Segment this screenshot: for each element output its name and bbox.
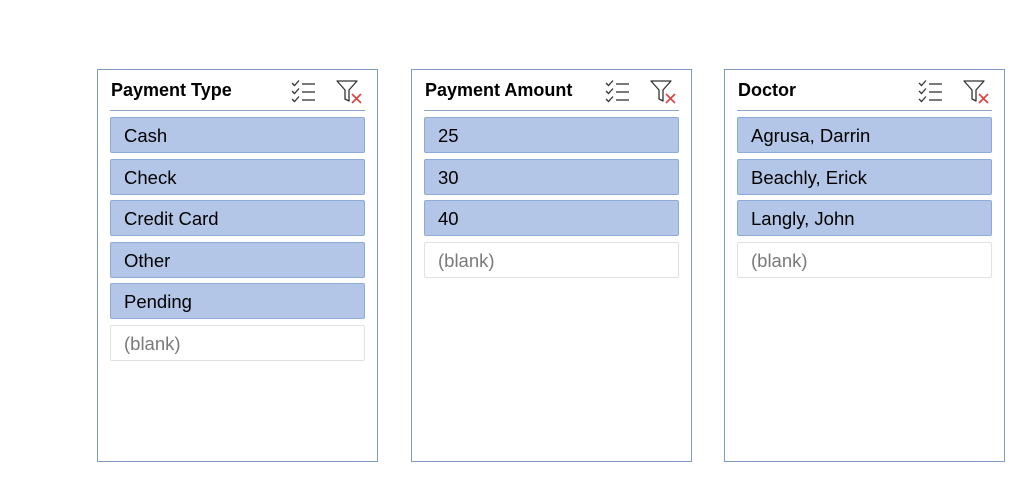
- slicer-item-blank[interactable]: (blank): [424, 241, 679, 278]
- multi-select-icon[interactable]: [291, 79, 317, 103]
- slicer-item-cash[interactable]: Cash: [110, 117, 365, 153]
- multi-select-icon[interactable]: [605, 79, 631, 103]
- slicer-title: Doctor: [738, 80, 796, 100]
- multi-select-icon[interactable]: [918, 79, 944, 103]
- slicer-item-check[interactable]: Check: [110, 158, 365, 195]
- clear-filter-icon[interactable]: [335, 79, 365, 105]
- clear-filter-icon[interactable]: [962, 79, 992, 105]
- slicer-item-30[interactable]: 30: [424, 158, 679, 195]
- slicer-item-credit-card[interactable]: Credit Card: [110, 200, 365, 236]
- slicer-header: Doctor: [737, 70, 992, 111]
- clear-filter-icon[interactable]: [649, 79, 679, 105]
- slicer-item-beachly-erick[interactable]: Beachly, Erick: [737, 158, 992, 195]
- slicer-item-blank[interactable]: (blank): [110, 324, 365, 361]
- slicer-payment-amount: Payment Amount 25 30 40 (blank): [411, 69, 692, 462]
- slicer-item-agrusa-darrin[interactable]: Agrusa, Darrin: [737, 117, 992, 153]
- slicer-payment-type: Payment Type Cash Check Credit Card Othe…: [97, 69, 378, 462]
- slicer-header: Payment Amount: [424, 70, 679, 111]
- slicer-item-list: 25 30 40 (blank): [424, 117, 679, 283]
- slicer-item-25[interactable]: 25: [424, 117, 679, 153]
- slicer-item-list: Cash Check Credit Card Other Pending (bl…: [110, 117, 365, 366]
- slicer-title: Payment Amount: [425, 80, 573, 100]
- slicer-title: Payment Type: [111, 80, 232, 100]
- slicer-header: Payment Type: [110, 70, 365, 111]
- slicer-doctor: Doctor Agrusa, Darrin Beachly, Erick Lan…: [724, 69, 1005, 462]
- slicer-item-list: Agrusa, Darrin Beachly, Erick Langly, Jo…: [737, 117, 992, 283]
- slicer-item-pending[interactable]: Pending: [110, 283, 365, 319]
- slicer-item-blank[interactable]: (blank): [737, 241, 992, 278]
- slicer-item-other[interactable]: Other: [110, 241, 365, 278]
- slicer-item-40[interactable]: 40: [424, 200, 679, 236]
- slicer-item-langly-john[interactable]: Langly, John: [737, 200, 992, 236]
